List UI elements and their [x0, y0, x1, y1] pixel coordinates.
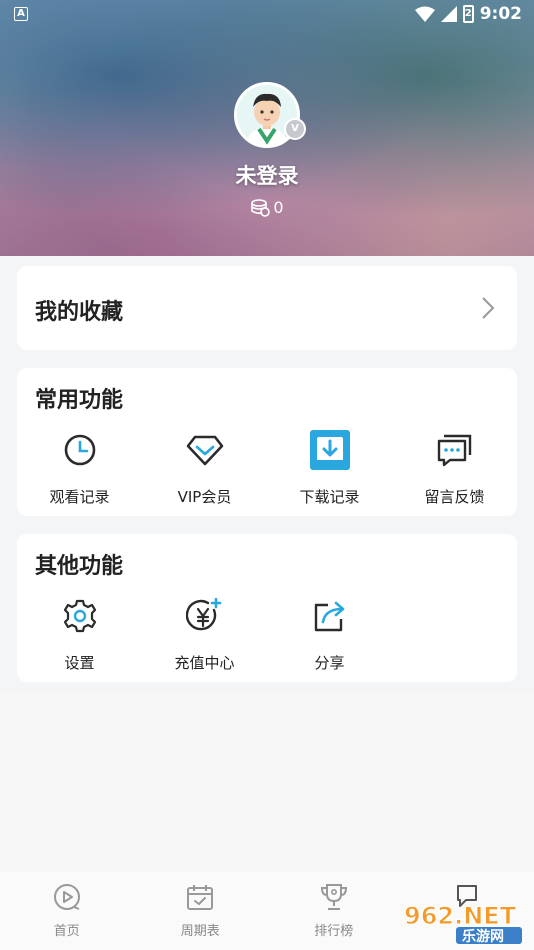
gear-icon [60, 596, 100, 636]
status-bar: A 2 9:02 [0, 0, 534, 30]
settings-button[interactable]: 设置 [17, 596, 142, 673]
function-label: 下载记录 [299, 488, 360, 506]
vip-member-button[interactable]: VIP会员 [142, 430, 267, 507]
common-functions-card: 常用功能 观看记录 VIP会员 下载记录 留言反馈 [17, 368, 517, 516]
diamond-icon [185, 430, 225, 470]
nav-label: 周期表 [180, 924, 220, 939]
watermark-top: 962.NET [404, 902, 517, 930]
nav-home[interactable]: 首页 [0, 872, 134, 950]
content-background [0, 692, 534, 872]
function-label: 充值中心 [174, 654, 235, 672]
trophy-icon [320, 884, 347, 910]
yuan-icon [185, 596, 225, 636]
watermark-bottom: 乐游网 [462, 928, 504, 945]
coin-count: 0 [273, 197, 284, 217]
coin-icon [251, 199, 271, 217]
watch-history-button[interactable]: 观看记录 [17, 430, 142, 507]
other-functions-card: 其他功能 设置 充值中心 分享 [17, 534, 517, 682]
favorites-label: 我的收藏 [35, 300, 124, 325]
nav-ranking[interactable]: 排行榜 [267, 872, 401, 950]
chevron-right-icon [482, 297, 495, 319]
coin-balance: 0 [0, 197, 534, 217]
function-label: 观看记录 [49, 488, 110, 506]
recharge-button[interactable]: 充值中心 [142, 596, 267, 673]
battery-level: 2 [464, 8, 472, 19]
nav-schedule[interactable]: 周期表 [134, 872, 268, 950]
function-grid: 观看记录 VIP会员 下载记录 留言反馈 [17, 430, 517, 507]
vip-badge: V [284, 118, 306, 140]
play-icon [53, 884, 80, 910]
clock-icon [60, 430, 100, 470]
feedback-button[interactable]: 留言反馈 [392, 430, 517, 507]
signal-icon [440, 6, 457, 22]
wifi-icon [414, 6, 435, 22]
function-label: 留言反馈 [424, 488, 485, 506]
status-right: 2 9:02 [414, 4, 522, 24]
nav-label: 排行榜 [314, 924, 354, 939]
message-icon [435, 430, 475, 470]
download-history-button[interactable]: 下载记录 [267, 430, 392, 507]
site-watermark-logo: 962.NET 乐游网 [404, 902, 522, 945]
battery-icon: 2 [462, 5, 474, 23]
username[interactable]: 未登录 [0, 160, 534, 190]
function-label: 分享 [314, 654, 345, 672]
section-title: 常用功能 [35, 388, 124, 413]
notification-icon: A [14, 7, 28, 21]
nav-label: 首页 [53, 924, 80, 939]
calendar-icon [187, 885, 214, 910]
function-grid: 设置 充值中心 分享 [17, 596, 517, 673]
share-icon [310, 596, 350, 636]
function-label: 设置 [64, 654, 95, 672]
function-label: VIP会员 [177, 488, 232, 506]
section-title: 其他功能 [35, 554, 124, 579]
status-time: 9:02 [479, 4, 522, 24]
download-icon [309, 430, 350, 470]
share-button[interactable]: 分享 [267, 596, 392, 673]
favorites-card[interactable]: 我的收藏 [17, 266, 517, 350]
